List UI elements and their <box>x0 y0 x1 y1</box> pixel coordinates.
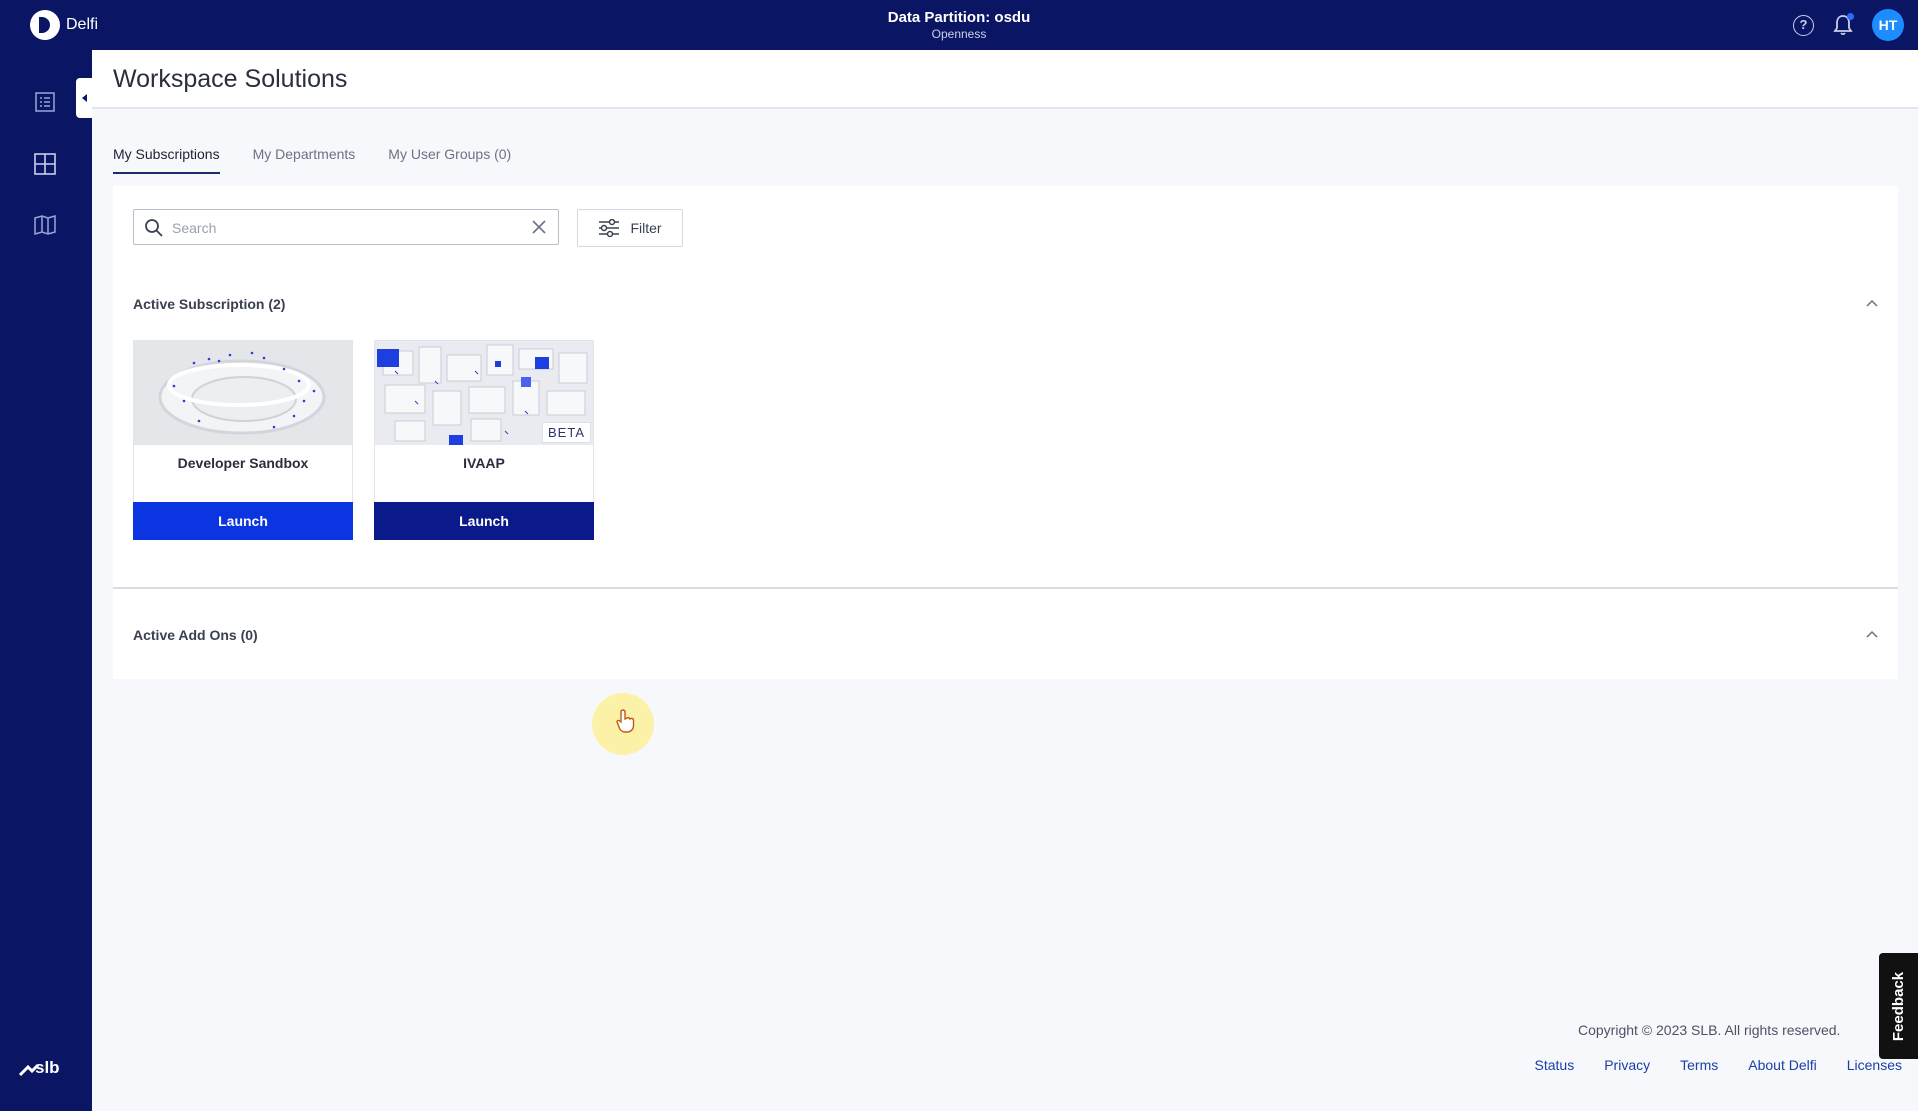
footer-links: Status Privacy Terms About Delfi License… <box>1535 1057 1902 1073</box>
top-bar: Delfi Data Partition: osdu Openness ? HT <box>0 0 1918 50</box>
chevron-up-icon[interactable] <box>1866 630 1878 638</box>
list-icon <box>35 92 55 112</box>
search-input[interactable] <box>172 216 512 240</box>
svg-text:slb: slb <box>35 1058 60 1077</box>
subscriptions-panel: Filter Active Subscription (2) <box>113 186 1898 755</box>
search-icon <box>145 219 163 237</box>
data-partition: Data Partition: osdu Openness <box>0 9 1918 41</box>
tab-my-departments[interactable]: My Departments <box>253 146 356 174</box>
launch-button-developer-sandbox[interactable]: Launch <box>133 502 353 540</box>
clear-icon[interactable] <box>532 220 546 234</box>
partition-subtitle: Openness <box>931 27 987 41</box>
app-name: Delfi <box>66 16 99 33</box>
beta-badge: BETA <box>542 422 591 443</box>
search-box <box>133 209 559 245</box>
footer-link-privacy[interactable]: Privacy <box>1604 1057 1650 1073</box>
sidebar-item-grid[interactable] <box>30 149 60 179</box>
hand-pointer-icon <box>616 709 635 733</box>
chevron-up-icon[interactable] <box>1866 299 1878 307</box>
sidebar-item-list[interactable] <box>30 87 60 117</box>
filter-sliders-icon <box>599 219 620 237</box>
notification-bell-icon[interactable] <box>1832 13 1854 37</box>
brand[interactable]: Delfi <box>30 10 98 40</box>
footer-link-about-delfi[interactable]: About Delfi <box>1748 1057 1816 1073</box>
footer-link-licenses[interactable]: Licenses <box>1847 1057 1902 1073</box>
feedback-label: Feedback <box>1890 971 1908 1041</box>
filter-button[interactable]: Filter <box>577 209 683 247</box>
filter-label: Filter <box>630 220 662 236</box>
notification-dot <box>1847 13 1854 20</box>
card-thumbnail <box>134 341 352 445</box>
page-title: Workspace Solutions <box>113 65 348 93</box>
active-add-ons-title: Active Add Ons (0) <box>133 627 258 643</box>
help-icon[interactable]: ? <box>1793 14 1814 36</box>
tab-my-subscriptions[interactable]: My Subscriptions <box>113 146 220 174</box>
copyright-text: Copyright © 2023 SLB. All rights reserve… <box>1578 1022 1841 1038</box>
tab-my-user-groups[interactable]: My User Groups (0) <box>388 146 511 174</box>
footer-link-status[interactable]: Status <box>1535 1057 1575 1073</box>
feedback-button[interactable]: Feedback <box>1879 953 1918 1059</box>
solution-card-ivaap: BETA IVAAP Launch <box>374 340 594 540</box>
user-avatar[interactable]: HT <box>1872 9 1904 41</box>
top-icons: ? HT <box>1793 9 1904 41</box>
click-highlight <box>592 693 654 755</box>
grid-icon <box>34 153 56 175</box>
book-icon <box>34 215 56 235</box>
slb-logo: slb <box>18 1053 62 1081</box>
footer-link-terms[interactable]: Terms <box>1680 1057 1718 1073</box>
card-title: IVAAP <box>463 455 505 471</box>
sidebar: slb <box>0 50 92 1111</box>
launch-button-ivaap[interactable]: Launch <box>374 502 594 540</box>
card-title: Developer Sandbox <box>177 455 309 471</box>
solution-card-developer-sandbox: Developer Sandbox Launch <box>133 340 353 540</box>
page-header: Workspace Solutions <box>92 50 1918 109</box>
main-content: Workspace Solutions My Subscriptions My … <box>92 50 1918 1111</box>
delfi-logo-icon <box>30 10 60 40</box>
addons-panel: Active Add Ons (0) <box>113 589 1898 679</box>
active-subscription-title: Active Subscription (2) <box>133 296 286 312</box>
partition-title: Data Partition: osdu <box>887 9 1031 26</box>
card-thumbnail: BETA <box>375 341 593 445</box>
sidebar-collapse-toggle[interactable] <box>76 78 92 118</box>
tab-bar: My Subscriptions My Departments My User … <box>113 146 544 174</box>
sidebar-item-book[interactable] <box>30 210 60 240</box>
